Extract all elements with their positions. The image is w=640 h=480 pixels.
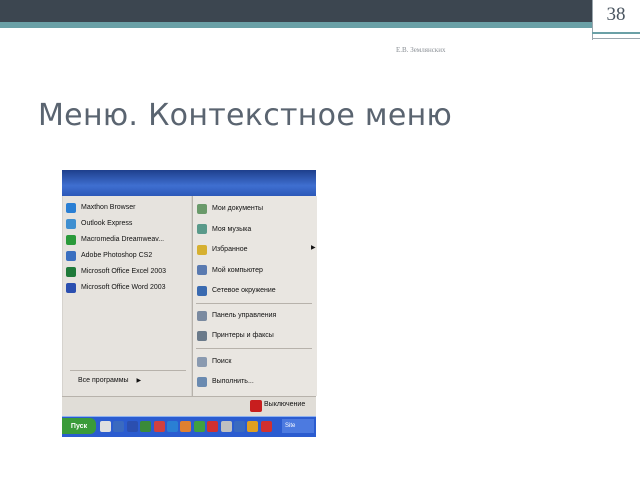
places-separator xyxy=(196,303,312,304)
menu-item-label: Outlook Express xyxy=(81,220,133,227)
menu-item-label: Macromedia Dreamweav... xyxy=(81,236,165,243)
word-icon xyxy=(66,282,76,293)
menu-item-label: Maxthon Browser xyxy=(81,204,136,211)
quick-launch-icon[interactable] xyxy=(234,421,245,432)
quick-launch-icon[interactable] xyxy=(113,421,125,432)
power-icon[interactable] xyxy=(250,400,262,412)
quick-launch-icon[interactable] xyxy=(247,421,259,432)
menu-item-control-panel[interactable]: Панель управления xyxy=(197,308,276,323)
menu-item-mail[interactable]: Outlook Express xyxy=(66,216,132,231)
all-programs-label: Все программы xyxy=(78,377,129,384)
menu-item-label: Microsoft Office Excel 2003 xyxy=(81,268,167,275)
quick-launch-icon[interactable] xyxy=(126,421,138,432)
dreamweaver-icon xyxy=(66,234,76,245)
start-menu-header xyxy=(62,170,316,196)
menu-item-music[interactable]: Моя музыка xyxy=(197,222,251,237)
music-icon xyxy=(197,224,207,234)
slide-title: Меню. Контекстное меню xyxy=(38,98,453,133)
menu-item-network[interactable]: Сетевое окружение xyxy=(197,283,276,298)
start-menu: Все программы ▶ Выключение Пуск Site Max… xyxy=(62,170,317,437)
control-panel-icon xyxy=(197,310,207,321)
slide-number: 38 xyxy=(606,4,626,25)
excel-icon xyxy=(66,266,76,277)
tab-accent-line xyxy=(592,32,640,34)
menu-item-favorites[interactable]: Избранное xyxy=(197,242,247,257)
menu-item-documents[interactable]: Мои документы xyxy=(197,201,263,216)
shutdown-button-label[interactable]: Выключение xyxy=(264,401,305,408)
arrow-right-icon: ▶ xyxy=(136,378,142,384)
menu-item-label: Сетевое окружение xyxy=(212,287,276,294)
menu-item-label: Adobe Photoshop CS2 xyxy=(81,252,153,259)
menu-item-printer[interactable]: Принтеры и факсы xyxy=(197,328,274,343)
start-button[interactable]: Пуск xyxy=(62,418,96,434)
slide-header-bar xyxy=(0,0,640,22)
menu-item-label: Панель управления xyxy=(212,312,277,319)
slide-accent-bar xyxy=(0,22,640,28)
author-label: Е.В. Землянских xyxy=(396,46,446,54)
computer-icon xyxy=(197,265,207,275)
menu-item-word[interactable]: Microsoft Office Word 2003 xyxy=(66,280,166,295)
quick-launch-icon[interactable] xyxy=(100,421,111,432)
menu-item-label: Моя музыка xyxy=(212,225,252,233)
quick-launch-icon[interactable] xyxy=(193,421,205,432)
system-separator xyxy=(196,348,312,349)
favorites-icon xyxy=(197,244,207,255)
quick-launch-icon[interactable] xyxy=(207,421,219,432)
documents-icon xyxy=(197,203,207,214)
menu-item-label: Мой компьютер xyxy=(212,266,263,274)
menu-item-globe[interactable]: Maxthon Browser xyxy=(66,200,135,215)
search-icon xyxy=(197,356,207,367)
all-programs-separator xyxy=(70,370,186,371)
quick-launch-icon[interactable] xyxy=(140,421,152,432)
menu-item-run[interactable]: Выполнить... xyxy=(197,374,254,389)
mail-icon xyxy=(66,218,76,229)
quick-launch-icon[interactable] xyxy=(153,421,165,432)
network-icon xyxy=(197,285,207,296)
quick-launch-icon[interactable] xyxy=(220,421,232,432)
menu-item-search[interactable]: Поиск xyxy=(197,354,231,369)
menu-item-label: Выполнить... xyxy=(212,378,254,385)
quick-launch-icon[interactable] xyxy=(260,421,272,432)
run-icon xyxy=(197,376,207,387)
all-programs-button[interactable]: Все программы ▶ xyxy=(78,377,141,384)
menu-item-photoshop[interactable]: Adobe Photoshop CS2 xyxy=(66,248,152,263)
photoshop-icon xyxy=(66,250,76,261)
submenu-arrow-icon: ▶ xyxy=(311,245,316,251)
menu-item-label: Microsoft Office Word 2003 xyxy=(81,284,166,291)
quick-launch-icon[interactable] xyxy=(167,421,178,432)
tab-divider-line xyxy=(592,38,640,39)
menu-item-label: Мои документы xyxy=(212,205,264,212)
menu-item-excel[interactable]: Microsoft Office Excel 2003 xyxy=(66,264,166,279)
menu-item-label: Избранное xyxy=(212,246,248,253)
menu-item-label: Принтеры и факсы xyxy=(212,332,274,339)
menu-item-label: Поиск xyxy=(212,358,232,365)
quick-launch-icon[interactable] xyxy=(180,421,192,432)
menu-item-dreamweaver[interactable]: Macromedia Dreamweav... xyxy=(66,232,164,247)
taskbar-window-site[interactable]: Site xyxy=(282,419,314,433)
printer-icon xyxy=(197,330,207,341)
globe-icon xyxy=(66,202,76,213)
menu-item-computer[interactable]: Мой компьютер xyxy=(197,263,263,278)
